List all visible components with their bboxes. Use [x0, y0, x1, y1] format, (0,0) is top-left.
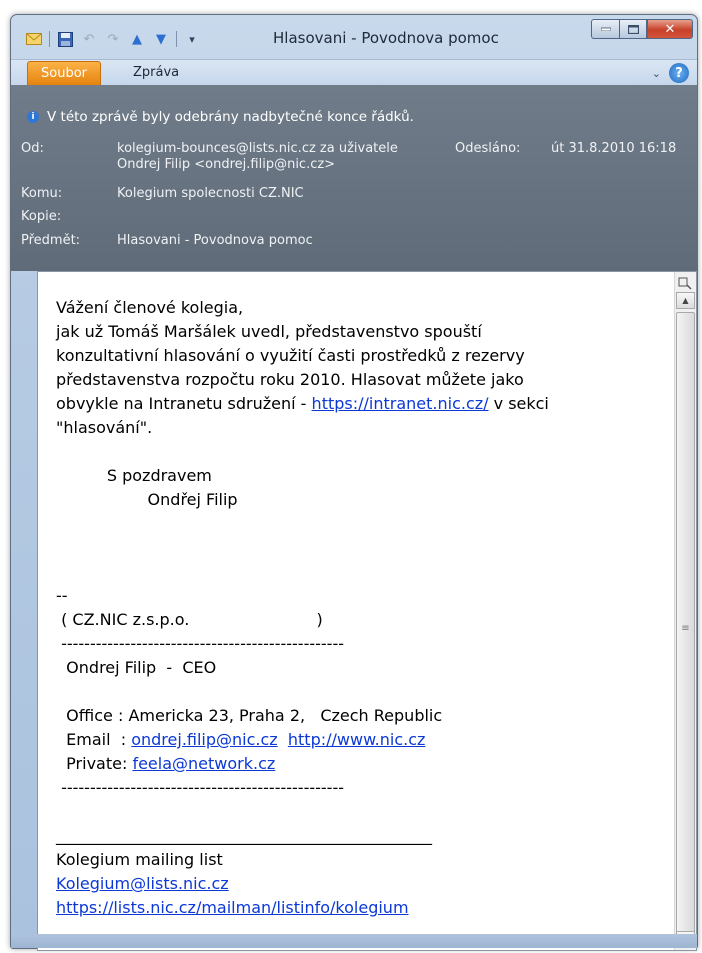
scroll-up-button[interactable]: ▲: [676, 292, 695, 309]
regards-line: S pozdravem: [56, 466, 212, 485]
window-title: Hlasovani - Povodnova pomoc: [273, 29, 499, 47]
body-line: představenstva rozpočtu roku 2010. Hlaso…: [56, 370, 524, 389]
signature-name: Ondrej Filip - CEO: [56, 658, 217, 677]
message-body: Vážení členové kolegia, jak už Tomáš Mar…: [56, 296, 656, 920]
mail-icon[interactable]: [25, 30, 43, 48]
undo-icon[interactable]: ↶: [80, 30, 98, 48]
tab-file[interactable]: Soubor: [27, 61, 101, 86]
email-link[interactable]: ondrej.filip@nic.cz: [131, 730, 277, 749]
body-line: obvykle na Intranetu sdružení -: [56, 394, 312, 413]
signature-rule: ----------------------------------------…: [56, 634, 344, 653]
down-arrow-icon[interactable]: ▼: [152, 30, 170, 48]
sent-value: út 31.8.2010 16:18: [551, 141, 677, 156]
from-label: Od:: [21, 141, 44, 156]
body-line: "hlasování".: [56, 418, 153, 437]
quick-access-toolbar: ↶ ↷ ▲ ▼ ▾: [25, 29, 207, 49]
help-icon[interactable]: ?: [669, 63, 689, 83]
title-bar: ↶ ↷ ▲ ▼ ▾ Hlasovani - Povodnova pomoc ✕: [11, 15, 697, 59]
web-link[interactable]: http://www.nic.cz: [288, 730, 426, 749]
toolbar-separator: [176, 31, 177, 47]
zoom-icon[interactable]: [678, 276, 692, 290]
signer-line: Ondřej Filip: [56, 490, 238, 509]
info-icon: i: [27, 111, 39, 123]
infobar[interactable]: i V této zprávě byly odebrány nadbytečné…: [27, 109, 414, 125]
maximize-button[interactable]: [619, 19, 647, 39]
to-label: Komu:: [21, 186, 63, 201]
outlook-message-window: ↶ ↷ ▲ ▼ ▾ Hlasovani - Povodnova pomoc ✕ …: [10, 14, 698, 951]
mailing-list-url-link[interactable]: https://lists.nic.cz/mailman/listinfo/ko…: [56, 898, 409, 917]
caption-buttons: ✕: [591, 19, 693, 39]
from-line-2: Ondrej Filip <ondrej.filip@nic.cz>: [117, 157, 336, 172]
from-line-1: kolegium-bounces@lists.nic.cz za uživate…: [117, 141, 398, 156]
sent-label: Odesláno:: [455, 141, 521, 156]
vertical-scrollbar[interactable]: ▲ ≡ ▼: [674, 272, 696, 950]
close-icon: ✕: [664, 21, 676, 37]
ribbon-tabs: Soubor Zpráva ⌄ ?: [11, 59, 697, 86]
message-header: i V této zprávě byly odebrány nadbytečné…: [11, 85, 697, 271]
redo-icon[interactable]: ↷: [104, 30, 122, 48]
up-arrow-icon[interactable]: ▲: [128, 30, 146, 48]
chevron-down-icon[interactable]: ⌄: [652, 67, 661, 80]
infobar-text: V této zprávě byly odebrány nadbytečné k…: [47, 109, 414, 125]
intranet-link[interactable]: https://intranet.nic.cz/: [312, 394, 489, 413]
body-line: konzultativní hlasování o využití časti …: [56, 346, 525, 365]
subject-label: Předmět:: [21, 233, 81, 248]
signature-dash: --: [56, 586, 68, 605]
ribbon-controls: ⌄ ?: [652, 63, 689, 83]
mailing-list-email-link[interactable]: Kolegium@lists.nic.cz: [56, 874, 229, 893]
signature-private-label: Private:: [56, 754, 133, 773]
to-value[interactable]: Kolegium spolecnosti CZ.NIC: [117, 186, 304, 202]
window-bottom-frame: [11, 934, 697, 948]
mailing-list-name: Kolegium mailing list: [56, 850, 223, 869]
private-email-link[interactable]: feela@network.cz: [132, 754, 275, 773]
link-separator: [278, 730, 288, 749]
body-line: jak už Tomáš Maršálek uvedl, představens…: [56, 322, 482, 341]
cc-label: Kopie:: [21, 209, 62, 224]
greeting-line: Vážení členové kolegia,: [56, 298, 244, 317]
toolbar-separator: [49, 31, 50, 47]
message-body-pane[interactable]: Vážení členové kolegia, jak už Tomáš Mar…: [37, 271, 697, 951]
scrollbar-thumb[interactable]: ≡: [676, 312, 695, 944]
footer-underline: ________________________________________…: [56, 826, 432, 845]
signature-org: ( CZ.NIC z.s.p.o. ): [56, 610, 323, 629]
subject-value: Hlasovani - Povodnova pomoc: [117, 233, 313, 248]
signature-email-label: Email :: [56, 730, 132, 749]
minimize-button[interactable]: [591, 19, 619, 39]
signature-rule: ----------------------------------------…: [56, 778, 344, 797]
from-value[interactable]: kolegium-bounces@lists.nic.cz za uživate…: [117, 141, 398, 173]
close-button[interactable]: ✕: [647, 19, 693, 39]
customize-icon[interactable]: ▾: [183, 30, 201, 48]
tab-message[interactable]: Zpráva: [133, 65, 179, 80]
save-icon[interactable]: [56, 30, 74, 48]
body-line: v sekci: [488, 394, 549, 413]
signature-office: Office : Americka 23, Praha 2, Czech Rep…: [56, 706, 443, 725]
